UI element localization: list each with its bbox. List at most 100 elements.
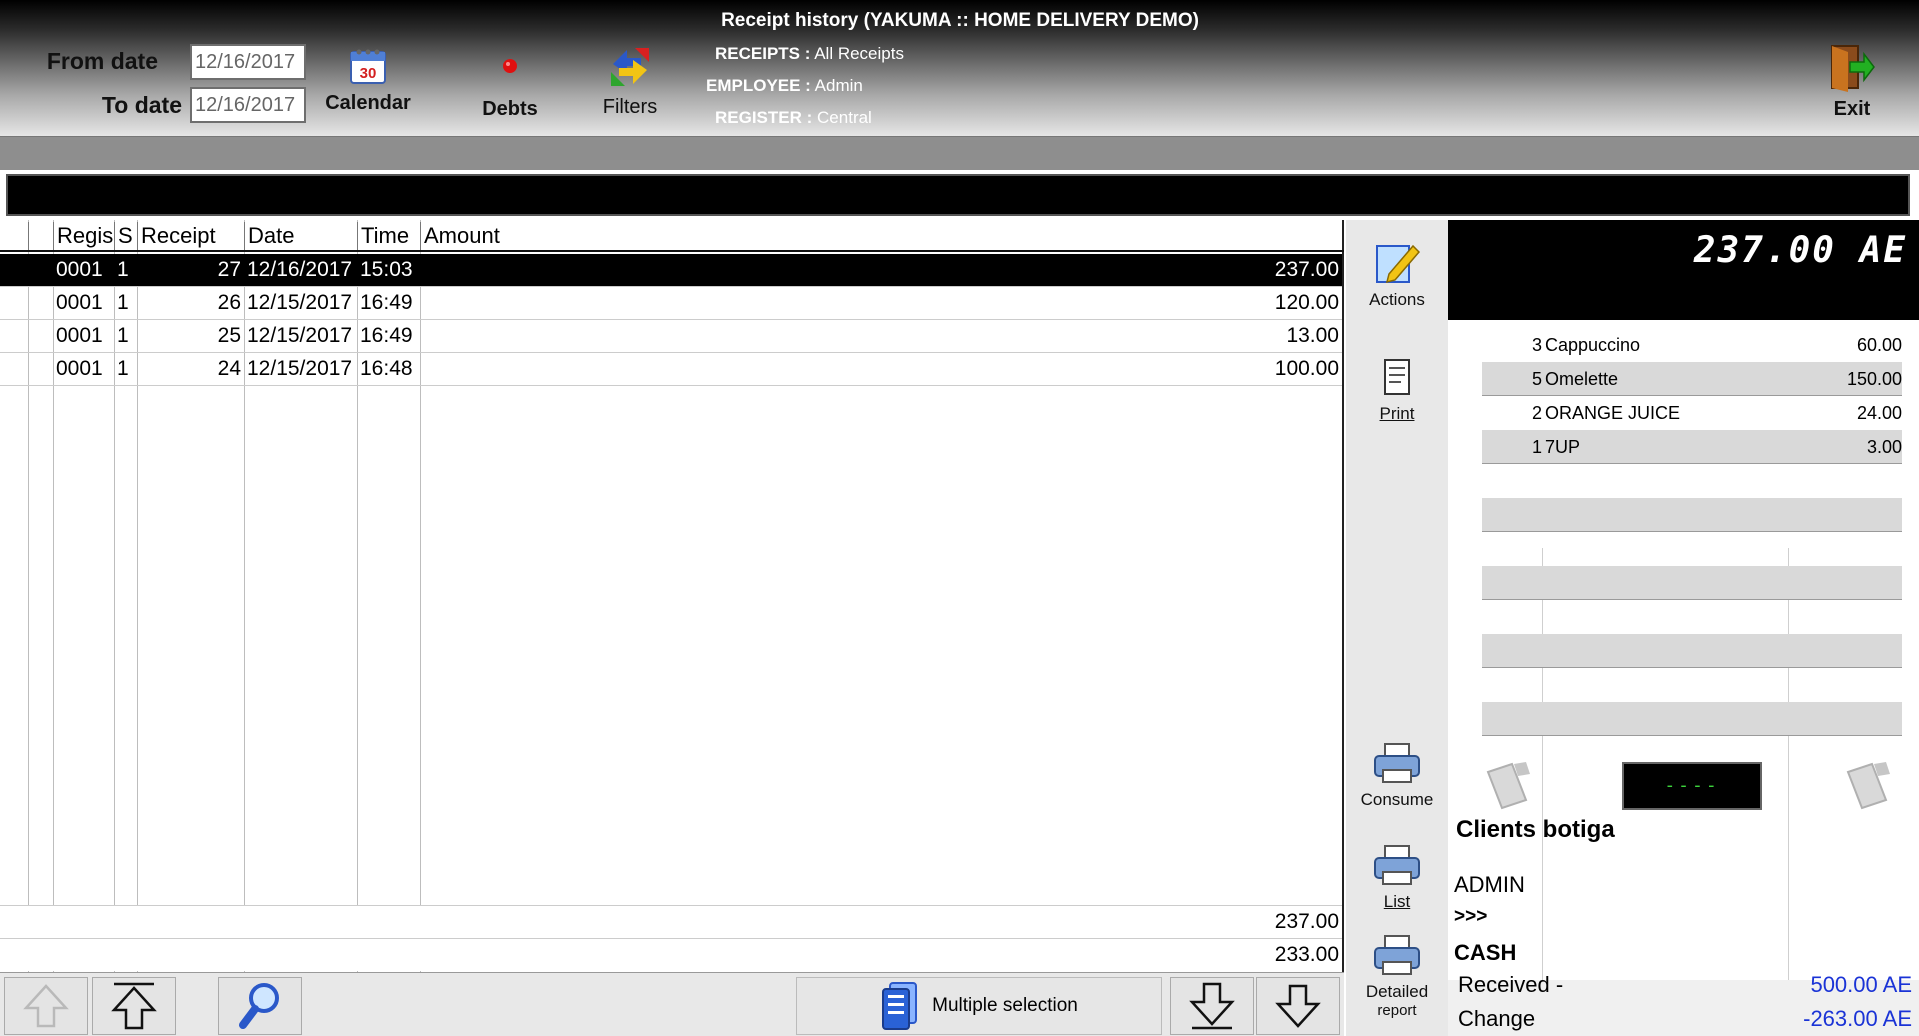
header-amount[interactable]: Amount [420, 222, 1342, 250]
change-line: Change -263.00 AE [1458, 1006, 1912, 1032]
item-qty: 3 [1531, 335, 1542, 355]
header-register[interactable]: Regis [53, 222, 114, 250]
last-page-button[interactable] [1256, 977, 1340, 1035]
empty-item-row [1482, 702, 1902, 736]
cell-time: 16:49 [360, 324, 413, 347]
print-label: Print [1380, 404, 1415, 423]
table-row[interactable]: 0001 1 26 12/15/2017 16:49 120.00 [0, 287, 1342, 320]
total-amount: 233.00 [1274, 943, 1339, 966]
header-blank[interactable] [28, 222, 53, 250]
multiple-selection-label: Multiple selection [932, 995, 1078, 1016]
exit-door-icon [1831, 45, 1875, 92]
consume-label: Consume [1360, 790, 1434, 809]
item-price: 150.00 [1846, 369, 1902, 389]
multiple-selection-button[interactable]: Multiple selection [796, 977, 1162, 1035]
calendar-button[interactable]: 30 Calendar [318, 46, 418, 115]
window-title: Receipt history (YAKUMA :: HOME DELIVERY… [721, 10, 1199, 31]
debts-label: Debts [482, 98, 538, 120]
cell-time: 16:48 [360, 357, 413, 380]
magnifier-icon [239, 983, 279, 1029]
from-date-input[interactable]: 12/16/2017 [190, 44, 306, 80]
actions-button[interactable]: Actions [1346, 240, 1448, 310]
empty-item-row [1482, 498, 1902, 532]
header-s[interactable]: S [114, 222, 137, 250]
received-value: 500.00 AE [1810, 972, 1912, 997]
to-date-label: To date [101, 92, 182, 118]
page-down-button[interactable] [1170, 977, 1254, 1035]
receipt-item[interactable]: 2 ORANGE JUICE 24.00 [1482, 396, 1902, 430]
header-time[interactable]: Time [357, 222, 420, 250]
debts-button[interactable]: Debts [460, 56, 560, 121]
printer-icon [1374, 743, 1420, 783]
receipt-item[interactable]: 3 Cappuccino 60.00 [1482, 328, 1902, 362]
item-qty: 2 [1531, 403, 1542, 423]
receipt-detail-panel: 237.00 AE 3 Cappuccino 60.00 5 Omelette … [1448, 220, 1919, 1036]
items-divider [1788, 548, 1789, 980]
receipt-item[interactable]: 5 Omelette 150.00 [1482, 362, 1902, 396]
received-line: Received - 500.00 AE [1458, 972, 1912, 998]
ticket-icon-left [1486, 762, 1530, 810]
empty-item-row [1482, 566, 1902, 600]
cell-date: 12/15/2017 [247, 291, 353, 314]
calendar-icon: 30 [350, 49, 386, 84]
svg-text:30: 30 [360, 65, 377, 82]
separator-bar [0, 136, 1919, 170]
cell-receipt: 27 [217, 258, 241, 281]
calendar-label: Calendar [325, 92, 411, 114]
item-price: 60.00 [1856, 335, 1902, 355]
printer-icon [1374, 845, 1420, 885]
empty-item-row [1482, 634, 1902, 668]
items-divider [1542, 548, 1543, 980]
table-row[interactable]: 0001 1 25 12/15/2017 16:49 13.00 [0, 320, 1342, 353]
item-price: 3.00 [1866, 437, 1902, 457]
item-name: Cappuccino [1545, 335, 1641, 355]
cell-register: 0001 [56, 324, 103, 347]
client-more-link[interactable]: >>> [1454, 906, 1487, 928]
pencil-note-icon [1376, 244, 1421, 284]
receipts-table: Regis S Receipt Date Time Amount 0001 1 … [0, 220, 1344, 972]
ticket-icon-right [1846, 762, 1890, 810]
cell-amount: 13.00 [1286, 324, 1339, 347]
first-page-button[interactable] [4, 977, 88, 1035]
list-label-text: List [1383, 892, 1411, 911]
arrow-down-icon [1275, 984, 1321, 1028]
table-row[interactable]: 0001 1 27 12/16/2017 15:03 237.00 [0, 254, 1342, 287]
item-name: ORANGE JUICE [1545, 403, 1681, 423]
total-amount: 237.00 [1274, 910, 1339, 933]
cell-time: 15:03 [360, 258, 413, 281]
exit-button[interactable]: Exit [1802, 42, 1902, 121]
item-name: Omelette [1545, 369, 1619, 389]
employee-info: EMPLOYEE : Admin [706, 76, 863, 96]
arrow-up-disabled-icon [23, 984, 69, 1028]
table-row[interactable]: 0001 1 24 12/15/2017 16:48 100.00 [0, 353, 1342, 386]
cell-register: 0001 [56, 357, 103, 380]
cell-receipt: 25 [217, 324, 241, 347]
receipts-value: All Receipts [814, 44, 904, 63]
employee-value: Admin [814, 76, 863, 95]
page-up-button[interactable] [92, 977, 176, 1035]
to-date-input[interactable]: 12/16/2017 [190, 87, 306, 123]
received-label: Received - [1458, 972, 1564, 997]
list-button[interactable]: List [1346, 842, 1448, 912]
actions-label: Actions [1369, 290, 1425, 309]
header-receipt[interactable]: Receipt [137, 222, 244, 250]
consume-button[interactable]: Consume [1346, 740, 1448, 810]
change-value: -263.00 AE [1803, 1006, 1912, 1031]
print-button[interactable]: Print [1346, 356, 1448, 424]
cell-s: 1 [117, 291, 129, 314]
item-price: 24.00 [1856, 403, 1902, 423]
cell-receipt: 26 [217, 291, 241, 314]
receipt-total-value: 237.00 AE [1693, 230, 1907, 271]
filters-button[interactable]: Filters [580, 44, 680, 119]
item-qty: 5 [1531, 369, 1542, 389]
receipt-item[interactable]: 1 7UP 3.00 [1482, 430, 1902, 464]
filters-label: Filters [602, 96, 658, 118]
header-date[interactable]: Date [244, 222, 357, 250]
cell-date: 12/15/2017 [247, 324, 353, 347]
client-name: Clients botiga [1456, 816, 1615, 843]
search-button[interactable] [218, 977, 302, 1035]
detailed-report-button[interactable]: Detailed report [1346, 932, 1448, 1020]
arrow-down-icon [1189, 982, 1235, 1030]
cell-register: 0001 [56, 258, 103, 281]
print-label-text: Print [1379, 404, 1415, 423]
